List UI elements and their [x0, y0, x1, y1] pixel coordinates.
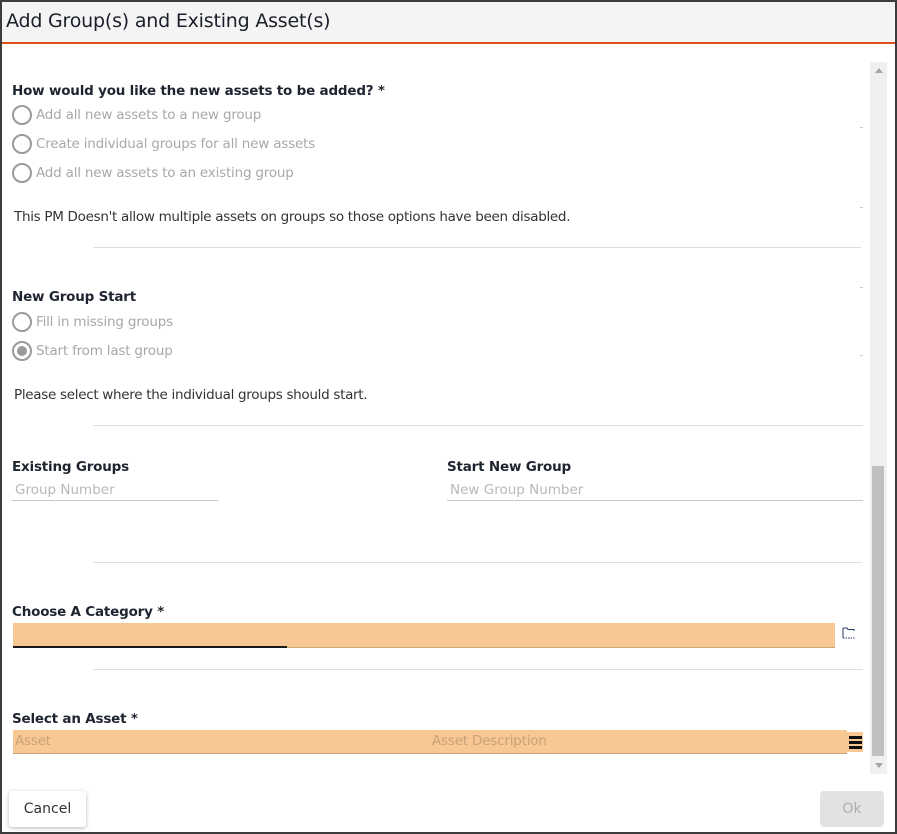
- radio-button-selected[interactable]: [12, 341, 32, 361]
- dialog-body: How would you like the new assets to be …: [2, 46, 895, 776]
- folder-browse-icon[interactable]: [842, 627, 856, 639]
- radio-option-start-from-last[interactable]: Start from last group: [12, 340, 173, 362]
- new-group-number-input[interactable]: [447, 479, 863, 501]
- ok-button[interactable]: Ok: [820, 791, 884, 827]
- section-divider: [93, 425, 863, 426]
- group-start-heading: New Group Start: [12, 289, 137, 305]
- asset-select-field[interactable]: Asset Asset Description: [13, 730, 847, 754]
- radio-option-individual-groups[interactable]: Create individual groups for all new ass…: [12, 133, 315, 155]
- hamburger-menu-icon[interactable]: [847, 732, 863, 752]
- category-input[interactable]: [13, 623, 835, 648]
- existing-groups-label: Existing Groups: [12, 459, 129, 475]
- add-mode-question: How would you like the new assets to be …: [12, 83, 385, 99]
- scroll-up-arrow-icon[interactable]: [870, 62, 887, 79]
- existing-groups-input[interactable]: [12, 479, 218, 501]
- radio-label: Fill in missing groups: [36, 314, 173, 330]
- tick-mark: [860, 127, 863, 128]
- asset-placeholder: Asset: [15, 733, 51, 749]
- radio-label: Start from last group: [36, 343, 173, 359]
- section-divider: [93, 562, 862, 563]
- group-start-note: Please select where the individual group…: [14, 387, 368, 403]
- radio-button[interactable]: [12, 134, 32, 154]
- dialog-header: Add Group(s) and Existing Asset(s): [2, 2, 895, 44]
- add-groups-dialog: Add Group(s) and Existing Asset(s) How w…: [0, 0, 897, 834]
- section-divider: [93, 247, 861, 248]
- dialog-title: Add Group(s) and Existing Asset(s): [6, 10, 331, 32]
- start-new-group-label: Start New Group: [447, 459, 572, 475]
- radio-button[interactable]: [12, 105, 32, 125]
- cancel-button[interactable]: Cancel: [9, 791, 86, 827]
- disabled-options-note: This PM Doesn't allow multiple assets on…: [14, 209, 571, 225]
- radio-option-fill-missing[interactable]: Fill in missing groups: [12, 311, 173, 333]
- asset-label: Select an Asset *: [12, 711, 138, 727]
- radio-option-existing-group[interactable]: Add all new assets to an existing group: [12, 162, 294, 184]
- vertical-scrollbar[interactable]: [870, 62, 887, 774]
- radio-button[interactable]: [12, 312, 32, 332]
- section-divider: [93, 669, 863, 670]
- radio-option-new-group[interactable]: Add all new assets to a new group: [12, 104, 261, 126]
- category-input-focus-underline: [13, 646, 287, 648]
- scroll-thumb[interactable]: [872, 466, 884, 756]
- radio-button[interactable]: [12, 163, 32, 183]
- radio-label: Create individual groups for all new ass…: [36, 136, 315, 152]
- tick-mark: [860, 207, 863, 208]
- tick-mark: [860, 287, 863, 288]
- tick-mark: [860, 355, 863, 356]
- radio-label: Add all new assets to an existing group: [36, 165, 294, 181]
- category-label: Choose A Category *: [12, 604, 165, 620]
- radio-label: Add all new assets to a new group: [36, 107, 262, 123]
- scroll-down-arrow-icon[interactable]: [870, 757, 887, 774]
- asset-description-placeholder: Asset Description: [432, 733, 547, 749]
